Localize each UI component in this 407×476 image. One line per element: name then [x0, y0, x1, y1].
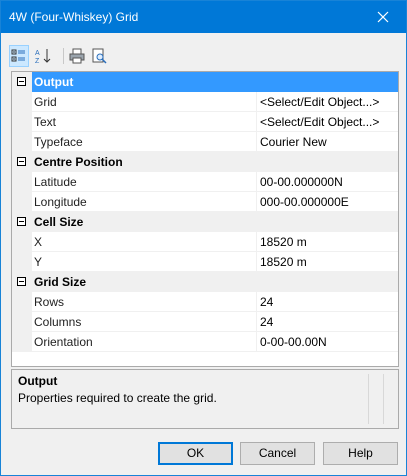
property-name: X: [32, 232, 257, 252]
property-name: Text: [32, 112, 257, 132]
print-icon: [69, 48, 85, 64]
property-row-longitude[interactable]: Longitude 000-00.000000E: [12, 192, 398, 212]
toolbar-separator: [63, 48, 64, 64]
property-toolbar: A Z: [9, 45, 399, 67]
category-grid-size[interactable]: Grid Size: [12, 272, 398, 292]
svg-text:Z: Z: [35, 58, 40, 65]
help-button[interactable]: Help: [323, 442, 398, 465]
category-centre-position[interactable]: Centre Position: [12, 152, 398, 172]
property-name: Longitude: [32, 192, 257, 212]
collapse-icon[interactable]: [17, 77, 26, 86]
property-row-typeface[interactable]: Typeface Courier New: [12, 132, 398, 152]
property-name: Grid: [32, 92, 257, 112]
close-icon: [377, 11, 389, 23]
property-row-x[interactable]: X 18520 m: [12, 232, 398, 252]
description-text: Properties required to create the grid.: [18, 391, 217, 405]
categorized-view-button[interactable]: [9, 45, 29, 67]
collapse-icon[interactable]: [17, 277, 26, 286]
property-value[interactable]: 00-00.000000N: [257, 172, 398, 192]
description-title: Output: [18, 374, 58, 388]
property-name: Columns: [32, 312, 257, 332]
property-name: Typeface: [32, 132, 257, 152]
categorized-view-icon: [11, 49, 25, 62]
property-value[interactable]: 000-00.000000E: [257, 192, 398, 212]
property-name: Latitude: [32, 172, 257, 192]
property-name: Y: [32, 252, 257, 272]
property-row-rows[interactable]: Rows 24: [12, 292, 398, 312]
property-row-orientation[interactable]: Orientation 0-00-00.00N: [12, 332, 398, 352]
property-value[interactable]: <Select/Edit Object...>: [257, 92, 398, 112]
property-value[interactable]: 24: [257, 292, 398, 312]
property-name: Orientation: [32, 332, 257, 352]
category-label: Cell Size: [32, 212, 398, 232]
collapse-icon[interactable]: [17, 157, 26, 166]
property-row-y[interactable]: Y 18520 m: [12, 252, 398, 272]
category-label: Output: [32, 72, 398, 92]
close-button[interactable]: [360, 1, 406, 33]
property-row-columns[interactable]: Columns 24: [12, 312, 398, 332]
alphabetical-sort-icon: A Z: [35, 49, 51, 65]
print-preview-button[interactable]: [89, 45, 109, 67]
collapse-icon[interactable]: [17, 217, 26, 226]
print-preview-icon: [92, 48, 107, 64]
alphabetical-sort-button[interactable]: A Z: [33, 45, 53, 67]
property-value[interactable]: 18520 m: [257, 252, 398, 272]
property-row-grid[interactable]: Grid <Select/Edit Object...>: [12, 92, 398, 112]
svg-text:A: A: [35, 50, 40, 57]
property-name: Rows: [32, 292, 257, 312]
print-button[interactable]: [67, 45, 87, 67]
title-bar[interactable]: 4W (Four-Whiskey) Grid: [1, 1, 406, 33]
window-title: 4W (Four-Whiskey) Grid: [9, 10, 139, 24]
category-label: Grid Size: [32, 272, 398, 292]
cancel-button[interactable]: Cancel: [240, 442, 315, 465]
property-value[interactable]: <Select/Edit Object...>: [257, 112, 398, 132]
property-value[interactable]: 0-00-00.00N: [257, 332, 398, 352]
ok-button[interactable]: OK: [158, 442, 233, 465]
description-resize-grip: [368, 374, 384, 424]
property-row-text[interactable]: Text <Select/Edit Object...>: [12, 112, 398, 132]
category-output[interactable]: Output: [12, 72, 398, 92]
property-value[interactable]: 18520 m: [257, 232, 398, 252]
property-row-latitude[interactable]: Latitude 00-00.000000N: [12, 172, 398, 192]
property-grid: Output Grid <Select/Edit Object...> Text…: [11, 71, 399, 367]
dialog-window: 4W (Four-Whiskey) Grid A Z Output Grid <…: [0, 0, 407, 476]
category-label: Centre Position: [32, 152, 398, 172]
property-value[interactable]: 24: [257, 312, 398, 332]
category-cell-size[interactable]: Cell Size: [12, 212, 398, 232]
property-value[interactable]: Courier New: [257, 132, 398, 152]
description-panel: Output Properties required to create the…: [11, 369, 399, 429]
